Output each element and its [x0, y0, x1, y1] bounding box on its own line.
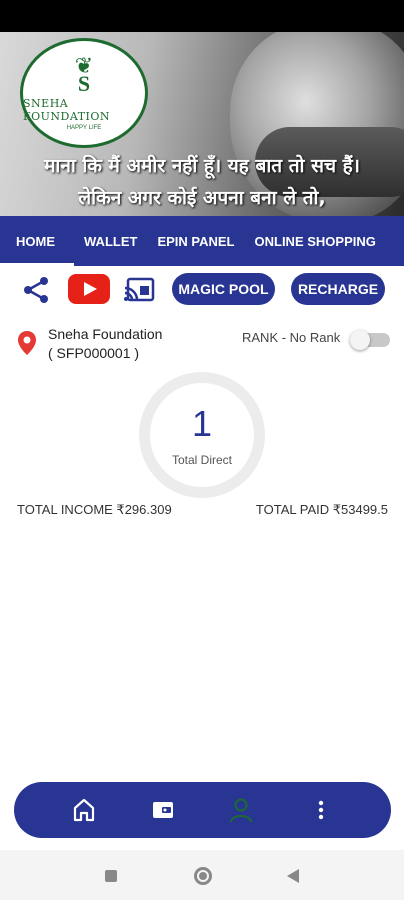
logo-tagline: HAPPY LIFE: [66, 125, 102, 131]
organization-name: Sneha Foundation: [48, 326, 163, 342]
nav-more[interactable]: [306, 796, 336, 824]
location-pin-icon: [18, 331, 36, 355]
back-icon[interactable]: [287, 869, 299, 883]
youtube-icon[interactable]: [68, 274, 110, 304]
tab-wallet[interactable]: WALLET: [74, 216, 147, 266]
bottom-navigation: [14, 782, 391, 838]
recents-icon[interactable]: [105, 870, 117, 882]
user-icon: [230, 798, 252, 823]
action-row: MAGIC POOL RECHARGE: [0, 270, 404, 310]
home-system-icon[interactable]: [194, 867, 212, 885]
nav-wallet[interactable]: [148, 796, 178, 824]
banner-quote-line-2: लेकिन अगर कोई अपना बना ले तो,: [78, 187, 326, 209]
logo-name: SNEHA FOUNDATION: [23, 97, 111, 123]
sneha-foundation-logo: ❦ S SNEHA FOUNDATION HAPPY LIFE: [20, 38, 148, 148]
wallet-icon: [153, 802, 173, 818]
banner: ❦ S SNEHA FOUNDATION HAPPY LIFE माना कि …: [0, 32, 404, 216]
top-tab-bar: HOME WALLET EPIN PANEL ONLINE SHOPPING: [0, 216, 404, 266]
magic-pool-button[interactable]: MAGIC POOL: [172, 273, 275, 305]
banner-quote-line-1: माना कि मैं अमीर नहीं हूँ। यह बात तो सच …: [44, 155, 360, 177]
organization-id: ( SFP000001 ): [48, 345, 140, 361]
total-direct-label: Total Direct: [171, 453, 233, 467]
more-vertical-icon: [318, 800, 324, 820]
cast-icon[interactable]: [124, 276, 156, 304]
tab-epin-panel[interactable]: EPIN PANEL: [147, 216, 244, 266]
logo-letter: S: [77, 71, 91, 96]
rank-toggle[interactable]: [350, 330, 392, 350]
status-bar: [0, 0, 404, 32]
rank-label: RANK - No Rank: [242, 330, 341, 345]
profile-row: Sneha Foundation ( SFP000001 ) RANK - No…: [0, 320, 404, 370]
totals-row: TOTAL INCOME ₹296.309 TOTAL PAID ₹53499.…: [0, 502, 404, 522]
total-income: TOTAL INCOME ₹296.309: [17, 502, 172, 517]
tab-home[interactable]: HOME: [0, 216, 74, 266]
share-icon[interactable]: [22, 276, 50, 304]
home-icon: [73, 798, 95, 822]
system-navigation-bar: [0, 850, 404, 900]
nav-home[interactable]: [69, 796, 99, 824]
recharge-button[interactable]: RECHARGE: [291, 273, 385, 305]
nav-profile[interactable]: [226, 796, 256, 824]
toggle-knob: [350, 330, 370, 350]
total-direct-circle: 1 Total Direct: [139, 372, 265, 498]
total-direct-count: 1: [191, 403, 213, 444]
tab-online-shopping[interactable]: ONLINE SHOPPING: [245, 216, 386, 266]
total-paid: TOTAL PAID ₹53499.5: [255, 502, 388, 517]
